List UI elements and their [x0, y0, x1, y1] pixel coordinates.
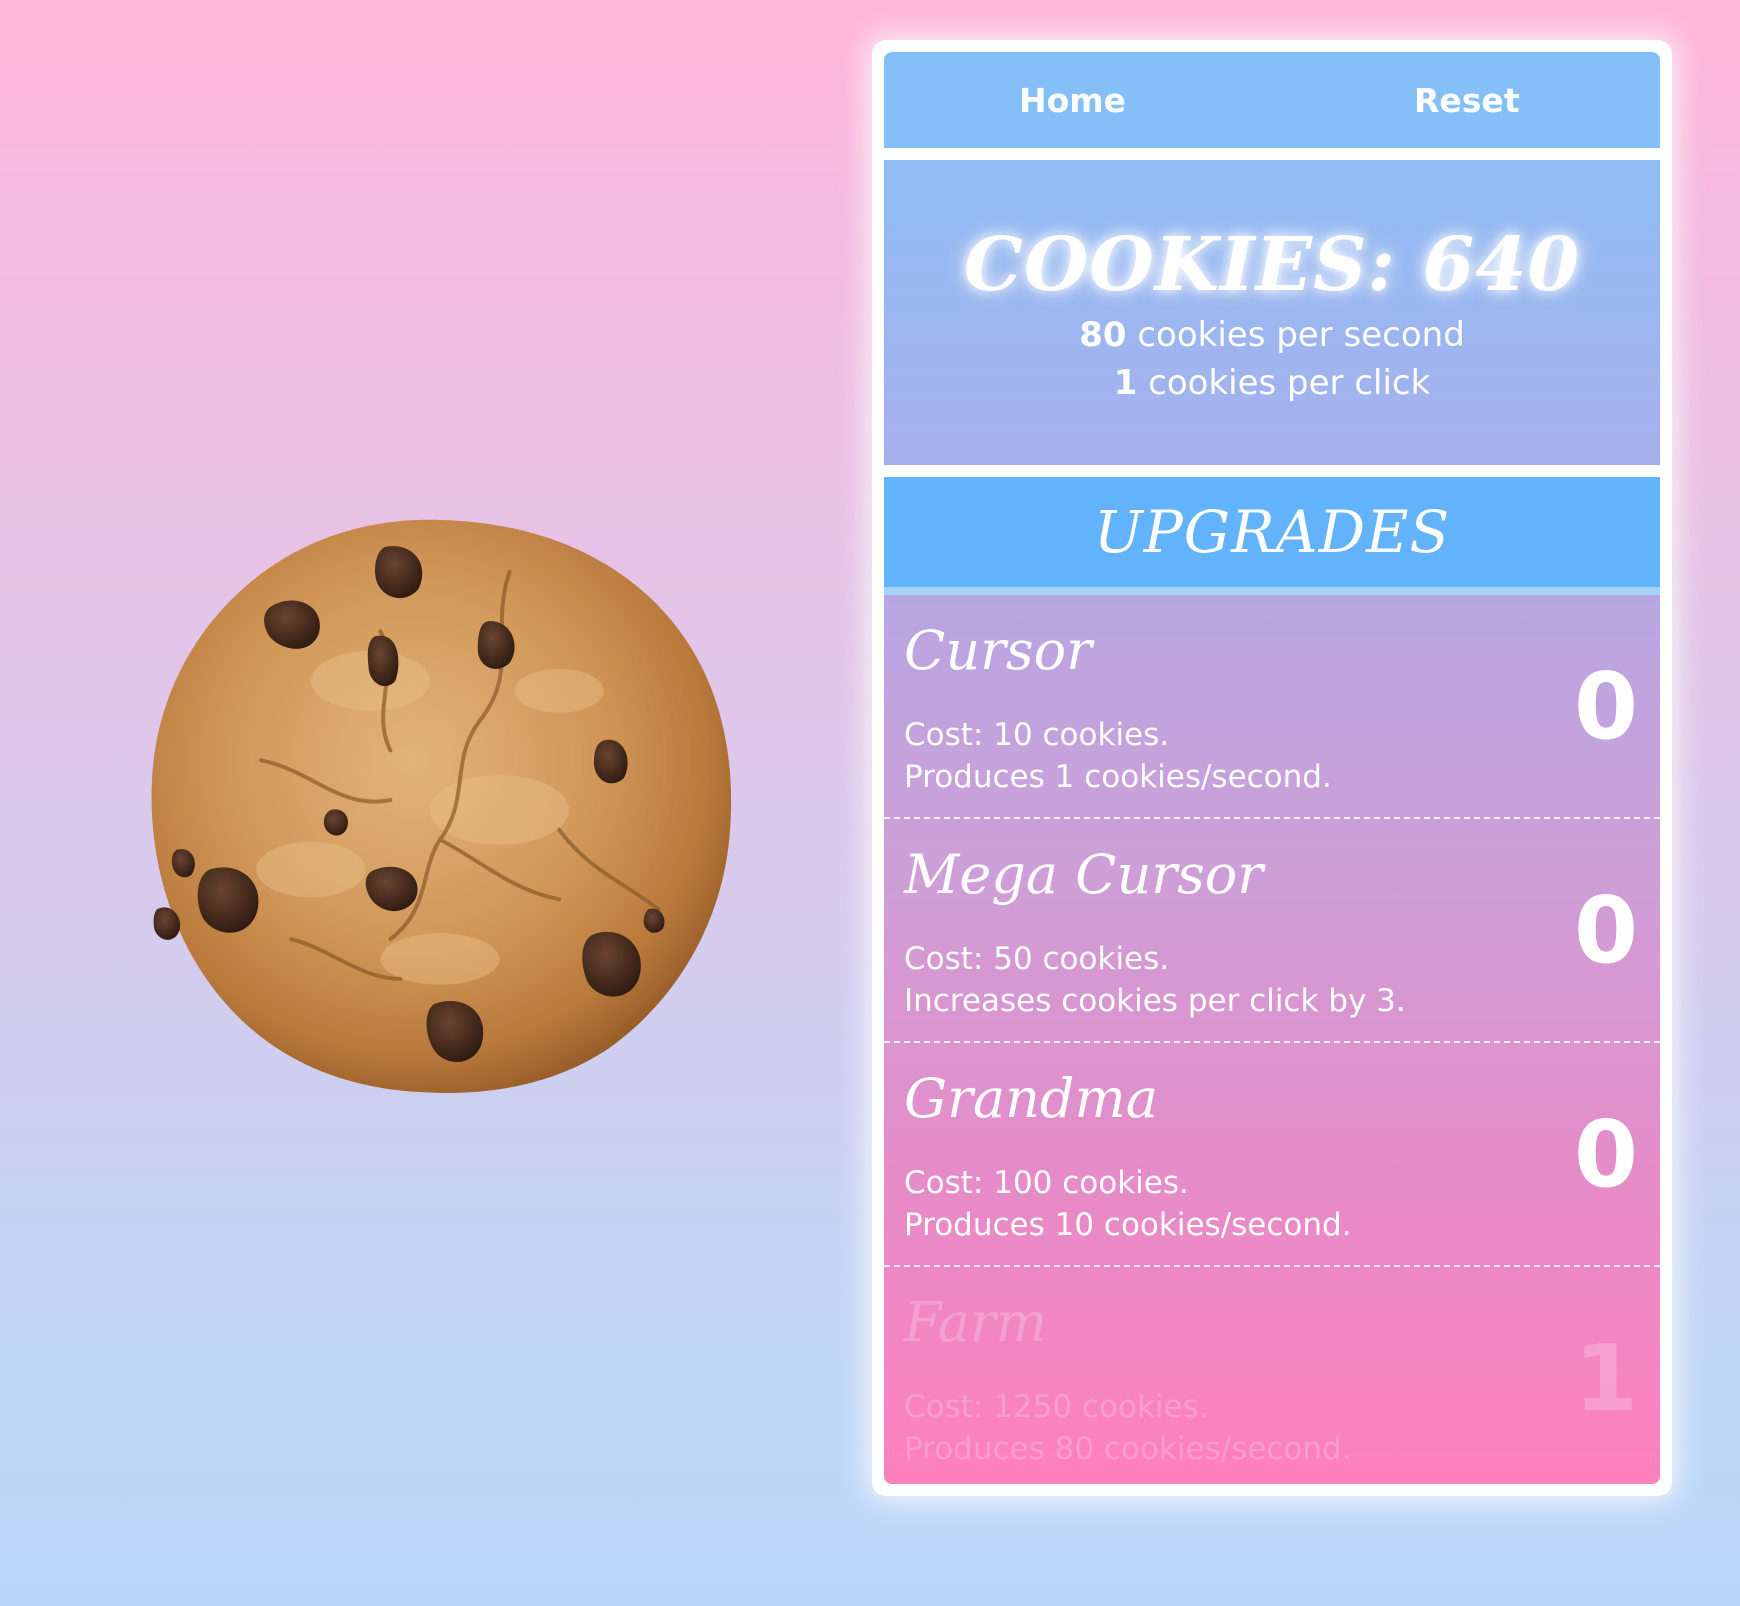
upgrade-cursor[interactable]: Cursor Cost: 10 cookies. Produces 1 cook… [884, 595, 1660, 819]
cookies-per-second-value: 80 [1079, 315, 1127, 355]
upgrade-grandma[interactable]: Grandma Cost: 100 cookies. Produces 10 c… [884, 1043, 1660, 1267]
upgrade-effect: Produces 80 cookies/second. [904, 1431, 1352, 1467]
cookies-per-second: 80 cookies per second [884, 315, 1660, 355]
upgrade-effect: Produces 1 cookies/second. [904, 759, 1332, 795]
game-panel: Home Reset COOKIES: 640 80 cookies per s… [872, 40, 1672, 1496]
cookies-per-click: 1 cookies per click [884, 363, 1660, 403]
reset-button[interactable]: Reset [1414, 52, 1520, 148]
upgrade-effect: Produces 10 cookies/second. [904, 1207, 1352, 1243]
upgrades-title: UPGRADES [884, 477, 1660, 595]
chocolate-chip-cookie-icon [151, 519, 732, 1093]
upgrade-name: Mega Cursor [904, 843, 1264, 906]
upgrade-name: Grandma [904, 1067, 1158, 1130]
big-cookie-button[interactable] [142, 512, 738, 1098]
upgrade-effect: Increases cookies per click by 3. [904, 983, 1406, 1019]
game-panel-inner: Home Reset COOKIES: 640 80 cookies per s… [884, 52, 1660, 1484]
upgrade-cost: Cost: 50 cookies. [904, 941, 1170, 977]
top-nav: Home Reset [884, 52, 1660, 148]
cookies-per-second-label: cookies per second [1126, 315, 1465, 355]
upgrade-owned-count: 1 [1573, 1325, 1638, 1432]
upgrade-name: Cursor [904, 619, 1092, 682]
upgrade-list: Cursor Cost: 10 cookies. Produces 1 cook… [884, 595, 1660, 1484]
upgrade-name: Farm [904, 1291, 1048, 1354]
upgrade-mega-cursor[interactable]: Mega Cursor Cost: 50 cookies. Increases … [884, 819, 1660, 1043]
upgrade-owned-count: 0 [1573, 1101, 1638, 1208]
upgrade-owned-count: 0 [1573, 877, 1638, 984]
upgrade-owned-count: 0 [1573, 653, 1638, 760]
upgrade-farm[interactable]: Farm Cost: 1250 cookies. Produces 80 coo… [884, 1267, 1660, 1484]
cookies-per-click-value: 1 [1113, 363, 1138, 403]
cookie-count: COOKIES: 640 [963, 222, 1581, 308]
cookies-per-click-label: cookies per click [1137, 363, 1431, 403]
upgrade-cost: Cost: 10 cookies. [904, 717, 1170, 753]
upgrade-cost: Cost: 100 cookies. [904, 1165, 1189, 1201]
stats-panel: COOKIES: 640 80 cookies per second 1 coo… [884, 160, 1660, 465]
home-link[interactable]: Home [1019, 52, 1126, 148]
upgrade-cost: Cost: 1250 cookies. [904, 1389, 1209, 1425]
